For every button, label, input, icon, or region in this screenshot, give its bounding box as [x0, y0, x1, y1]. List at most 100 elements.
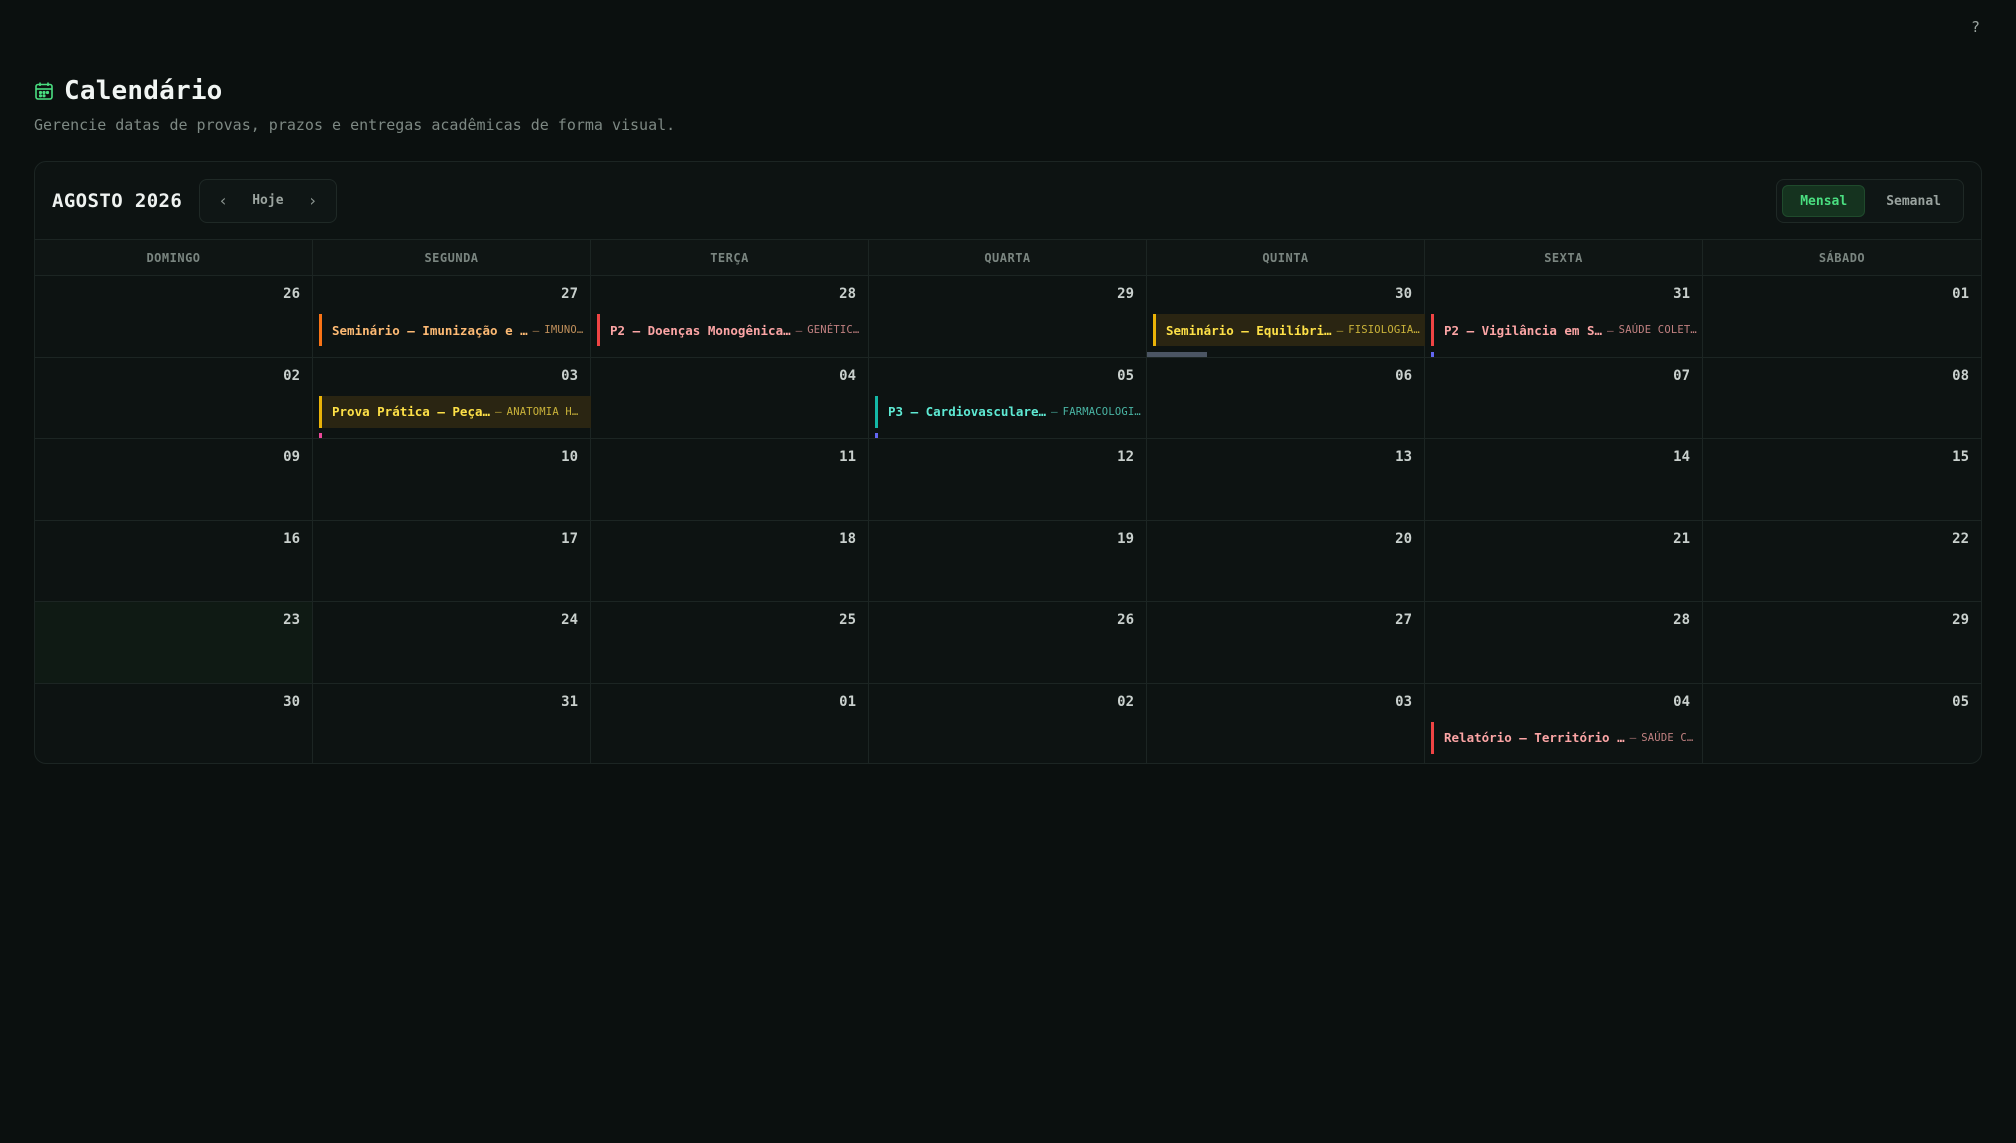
day-cell[interactable]: 01	[591, 683, 869, 763]
day-number: 05	[1952, 693, 1969, 710]
day-cell[interactable]: 04	[591, 357, 869, 439]
day-cell[interactable]: 29	[1703, 602, 1981, 684]
day-cell[interactable]: 30	[35, 683, 313, 763]
day-cell[interactable]: 28 P2 — Doenças Monogênica… — GENÉTIC…	[591, 276, 869, 358]
calendar-toolbar: AGOSTO 2026 ‹ Hoje › Mensal Semanal	[35, 162, 1981, 239]
day-cell[interactable]: 01	[1703, 276, 1981, 358]
day-cell[interactable]: 20	[1147, 520, 1425, 602]
day-number: 11	[839, 449, 856, 465]
help-button[interactable]: ?	[1971, 18, 1980, 36]
event-separator: —	[1051, 405, 1058, 418]
chevron-right-icon[interactable]: ›	[296, 185, 330, 217]
event-item[interactable]: Seminário — Imunização e … — IMUNO…	[319, 314, 591, 346]
day-number: 31	[1673, 286, 1690, 302]
day-cell[interactable]: 17	[313, 520, 591, 602]
page-subtitle: Gerencie datas de provas, prazos e entre…	[34, 116, 676, 134]
weekday-header: DOMINGO SEGUNDA TERÇA QUARTA QUINTA SEXT…	[35, 239, 1981, 276]
event-item[interactable]: P2 — Vigilância em S… — SAÚDE COLET…	[1431, 314, 1701, 346]
event-title: Seminário — Imunização e …	[332, 322, 528, 338]
day-cell[interactable]: 03 Prova Prática — Peça… — ANATOMIA H…	[313, 357, 591, 439]
day-number: 01	[1952, 286, 1969, 302]
day-cell[interactable]: 24	[313, 602, 591, 684]
day-cell[interactable]: 05 P3 — Cardiovasculare… — FARMACOLOGI…	[869, 357, 1147, 439]
day-number: 09	[283, 449, 300, 465]
day-cell[interactable]: 25	[591, 602, 869, 684]
day-number: 12	[1117, 449, 1134, 465]
event-item[interactable]: Relatório — Território … — SAÚDE C…	[1431, 721, 1701, 754]
day-number: 01	[839, 693, 856, 710]
event-marker	[875, 433, 878, 438]
day-number: 23	[283, 612, 300, 628]
day-cell[interactable]: 19	[869, 520, 1147, 602]
today-button[interactable]: Hoje	[240, 193, 295, 208]
event-separator: —	[1607, 323, 1614, 337]
event-title: P2 — Doenças Monogênica…	[610, 322, 791, 338]
day-cell[interactable]: 29	[869, 276, 1147, 358]
day-cell[interactable]: 18	[591, 520, 869, 602]
day-cell[interactable]: 31 P2 — Vigilância em S… — SAÚDE COLET…	[1425, 276, 1703, 358]
day-cell-today[interactable]: 23	[35, 602, 313, 684]
view-toggle: Mensal Semanal	[1776, 179, 1964, 223]
day-cell[interactable]: 21	[1425, 520, 1703, 602]
event-item[interactable]: P2 — Doenças Monogênica… — GENÉTIC…	[597, 314, 869, 346]
day-cell[interactable]: 03	[1147, 683, 1425, 763]
event-title: P3 — Cardiovasculare…	[888, 404, 1047, 419]
weekday-label: QUARTA	[869, 240, 1147, 275]
day-cell[interactable]: 02	[869, 683, 1147, 763]
month-label: AGOSTO 2026	[52, 189, 183, 212]
event-marker	[1431, 351, 1434, 357]
day-cell[interactable]: 27	[1147, 602, 1425, 684]
chevron-left-icon[interactable]: ‹	[206, 185, 240, 217]
day-cell[interactable]: 07	[1425, 357, 1703, 439]
day-cell[interactable]: 05	[1703, 684, 1981, 764]
event-subject: FISIOLOGIA…	[1348, 324, 1420, 336]
day-cell[interactable]: 02	[35, 357, 313, 439]
event-item[interactable]: Seminário — Equilíbri… — FISIOLOGIA…	[1153, 314, 1425, 346]
day-number: 30	[283, 693, 300, 710]
event-item[interactable]: Prova Prática — Peça… — ANATOMIA H…	[319, 395, 591, 428]
day-cell[interactable]: 15	[1703, 439, 1981, 521]
day-cell[interactable]: 26	[869, 602, 1147, 684]
day-cell[interactable]: 08	[1703, 358, 1981, 439]
day-cell[interactable]: 09	[35, 439, 313, 521]
day-cell[interactable]: 31	[313, 683, 591, 763]
day-cell[interactable]: 12	[869, 439, 1147, 521]
view-weekly-button[interactable]: Semanal	[1869, 185, 1958, 217]
event-title: Relatório — Território …	[1444, 730, 1625, 745]
day-number: 03	[561, 367, 578, 384]
day-number: 30	[1395, 286, 1412, 302]
event-title: Seminário — Equilíbri…	[1166, 322, 1332, 338]
day-cell[interactable]: 26	[35, 276, 313, 358]
day-number: 28	[1673, 612, 1690, 628]
event-separator: —	[495, 405, 502, 418]
day-cell[interactable]: 11	[591, 439, 869, 521]
day-number: 06	[1395, 367, 1412, 384]
event-subject: FARMACOLOGI…	[1062, 405, 1141, 418]
day-cell[interactable]: 27 Seminário — Imunização e … — IMUNO…	[313, 276, 591, 358]
calendar-icon	[34, 81, 54, 101]
event-item[interactable]: P3 — Cardiovasculare… — FARMACOLOGI…	[875, 395, 1147, 428]
event-title: Prova Prática — Peça…	[332, 404, 491, 419]
day-cell[interactable]: 13	[1147, 439, 1425, 521]
day-number: 20	[1395, 530, 1412, 547]
day-number: 02	[283, 367, 300, 384]
day-number: 18	[839, 530, 856, 547]
day-cell[interactable]: 10	[313, 439, 591, 521]
day-number: 27	[561, 286, 578, 302]
day-number: 28	[839, 286, 856, 302]
day-number: 29	[1117, 286, 1134, 302]
page-header: Calendário Gerencie datas de provas, pra…	[34, 76, 675, 134]
event-separator: —	[532, 323, 540, 337]
day-cell[interactable]: 16	[35, 520, 313, 602]
day-number: 29	[1952, 612, 1969, 628]
day-cell[interactable]: 30 Seminário — Equilíbri… — FISIOLOGIA…	[1147, 276, 1425, 358]
day-cell[interactable]: 06	[1147, 357, 1425, 439]
day-cell[interactable]: 04 Relatório — Território … — SAÚDE C…	[1425, 683, 1703, 763]
day-number: 15	[1952, 449, 1969, 465]
day-cell[interactable]: 28	[1425, 602, 1703, 684]
view-monthly-button[interactable]: Mensal	[1782, 185, 1866, 217]
day-cell[interactable]: 22	[1703, 521, 1981, 602]
weekday-label: TERÇA	[591, 240, 869, 275]
day-number: 16	[283, 530, 300, 547]
day-cell[interactable]: 14	[1425, 439, 1703, 521]
